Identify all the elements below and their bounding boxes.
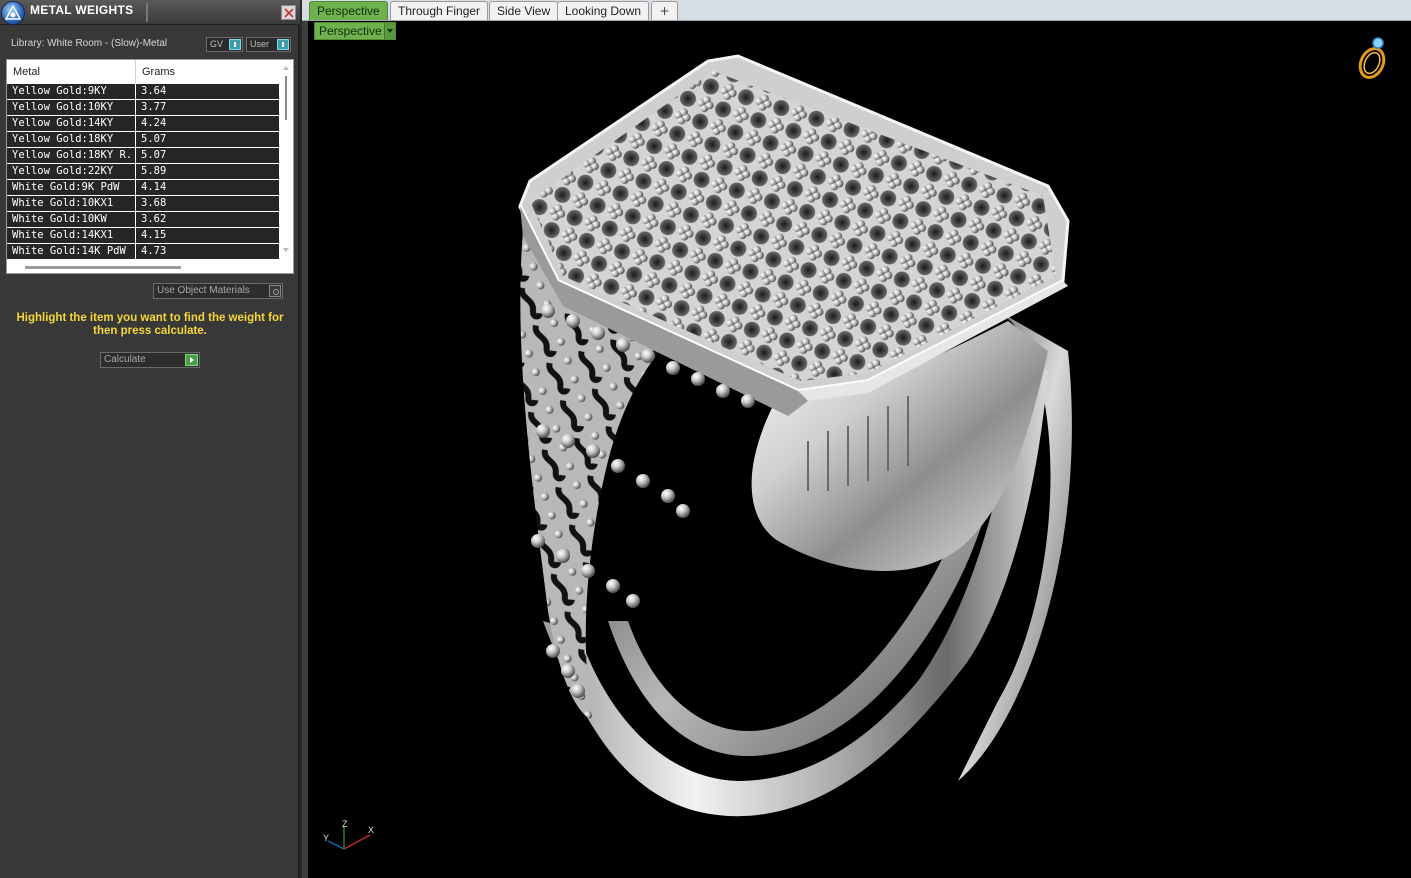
metal-weights-panel: METAL WEIGHTS Library: White Room - (Slo… [0,0,300,878]
close-button[interactable] [281,5,296,20]
metal-cell: Yellow Gold:22KY [12,165,114,177]
toggle-knob-icon [229,39,241,50]
metal-cell: Yellow Gold:18KY R... [12,149,134,161]
metal-weights-table: Metal Grams Yellow Gold:9KY 3.64 Yellow Go… [6,59,294,274]
grams-cell: 5.07 [141,133,167,145]
scroll-thumb[interactable] [285,76,287,120]
calculate-button[interactable]: Calculate [100,352,200,368]
axis-y-label: Y [323,833,329,843]
column-header-metal[interactable]: Metal [13,66,40,78]
use-object-materials-label: Use Object Materials [157,285,250,296]
grams-cell: 4.73 [141,245,167,257]
metal-cell: Yellow Gold:10KY [12,101,114,113]
plus-icon: + [659,4,670,18]
panel-titlebar: METAL WEIGHTS [0,0,300,25]
axis-z-label: Z [342,819,348,829]
metal-cell: White Gold:10KX1 [12,197,114,209]
axis-gizmo-icon: Z X Y [323,819,374,850]
horizontal-scrollbar[interactable] [25,266,181,269]
grams-cell: 4.15 [141,229,167,241]
grams-cell: 4.14 [141,181,167,193]
grams-cell: 3.62 [141,213,167,225]
toggle-knob-icon [277,39,289,50]
vertical-scrollbar[interactable] [280,66,292,258]
header-separator [135,60,136,83]
gv-toggle[interactable]: GV [206,37,243,52]
calculate-label: Calculate [104,354,146,365]
app-logo-icon [1,1,25,25]
play-icon [185,354,198,366]
table-row[interactable]: Yellow Gold:18KY 5.07 [7,132,279,148]
metal-cell: Yellow Gold:14KY [12,117,114,129]
table-row[interactable]: Yellow Gold:22KY 5.89 [7,164,279,180]
column-header-grams[interactable]: Grams [142,66,175,78]
grams-cell: 3.68 [141,197,167,209]
table-row[interactable]: White Gold:9K PdW 4.14 [7,180,279,196]
chevron-down-icon[interactable] [384,23,395,39]
ring-navigator-icon[interactable] [1356,35,1390,81]
ring-model[interactable] [308,21,1411,878]
title-separator [146,3,148,22]
view-mode-select[interactable]: Perspective [314,22,396,40]
tab-through-finger[interactable]: Through Finger [390,1,489,20]
panel-title: METAL WEIGHTS [30,3,134,17]
scroll-down-icon[interactable] [283,248,289,252]
table-row[interactable]: Yellow Gold:18KY R... 5.07 [7,148,279,164]
metal-cell: White Gold:14KX1 [12,229,114,241]
table-row[interactable]: Yellow Gold:9KY 3.64 [7,84,279,100]
metal-cell: Yellow Gold:18KY [12,133,114,145]
table-row[interactable]: Yellow Gold:10KY 3.77 [7,100,279,116]
metal-cell: White Gold:9K PdW [12,181,120,193]
instruction-text: Highlight the item you want to find the … [16,312,284,337]
add-tab-button[interactable]: + [651,1,678,20]
user-toggle-label: User [250,39,270,49]
table-row[interactable]: White Gold:10KX1 3.68 [7,196,279,212]
tab-side-view[interactable]: Side View [489,1,559,20]
table-rows: Yellow Gold:9KY 3.64 Yellow Gold:10KY 3.77 Y… [7,84,279,260]
tab-perspective[interactable]: Perspective [309,1,388,20]
metal-cell: White Gold:14K PdW [12,245,126,257]
scroll-up-icon[interactable] [283,66,289,70]
metal-cell: White Gold:10KW [12,213,107,225]
library-label: Library: White Room - (Slow)-Metal [11,38,168,49]
metal-cell: Yellow Gold:9KY [12,85,107,97]
use-object-materials-checkbox[interactable]: Use Object Materials [153,283,283,299]
checkbox-icon[interactable] [269,285,281,297]
gv-toggle-label: GV [210,39,224,49]
grams-cell: 3.77 [141,101,167,113]
grams-cell: 5.07 [141,149,167,161]
view-mode-label: Perspective [319,24,382,38]
table-row[interactable]: White Gold:10KW 3.62 [7,212,279,228]
table-header: Metal Grams [7,60,279,83]
view-tab-bar: Perspective Through Finger Side View Loo… [302,0,1411,21]
close-icon [284,8,294,18]
table-row[interactable]: White Gold:14KX1 4.15 [7,228,279,244]
grams-cell: 5.89 [141,165,167,177]
3d-viewport[interactable]: Perspective Z X Y [302,21,1411,878]
grams-cell: 3.64 [141,85,167,97]
table-row[interactable]: White Gold:14K PdW 4.73 [7,244,279,260]
table-row[interactable]: Yellow Gold:14KY 4.24 [7,116,279,132]
user-toggle[interactable]: User [246,37,291,52]
grams-cell: 4.24 [141,117,167,129]
tab-looking-down[interactable]: Looking Down [557,1,650,20]
axis-x-label: X [368,825,374,835]
